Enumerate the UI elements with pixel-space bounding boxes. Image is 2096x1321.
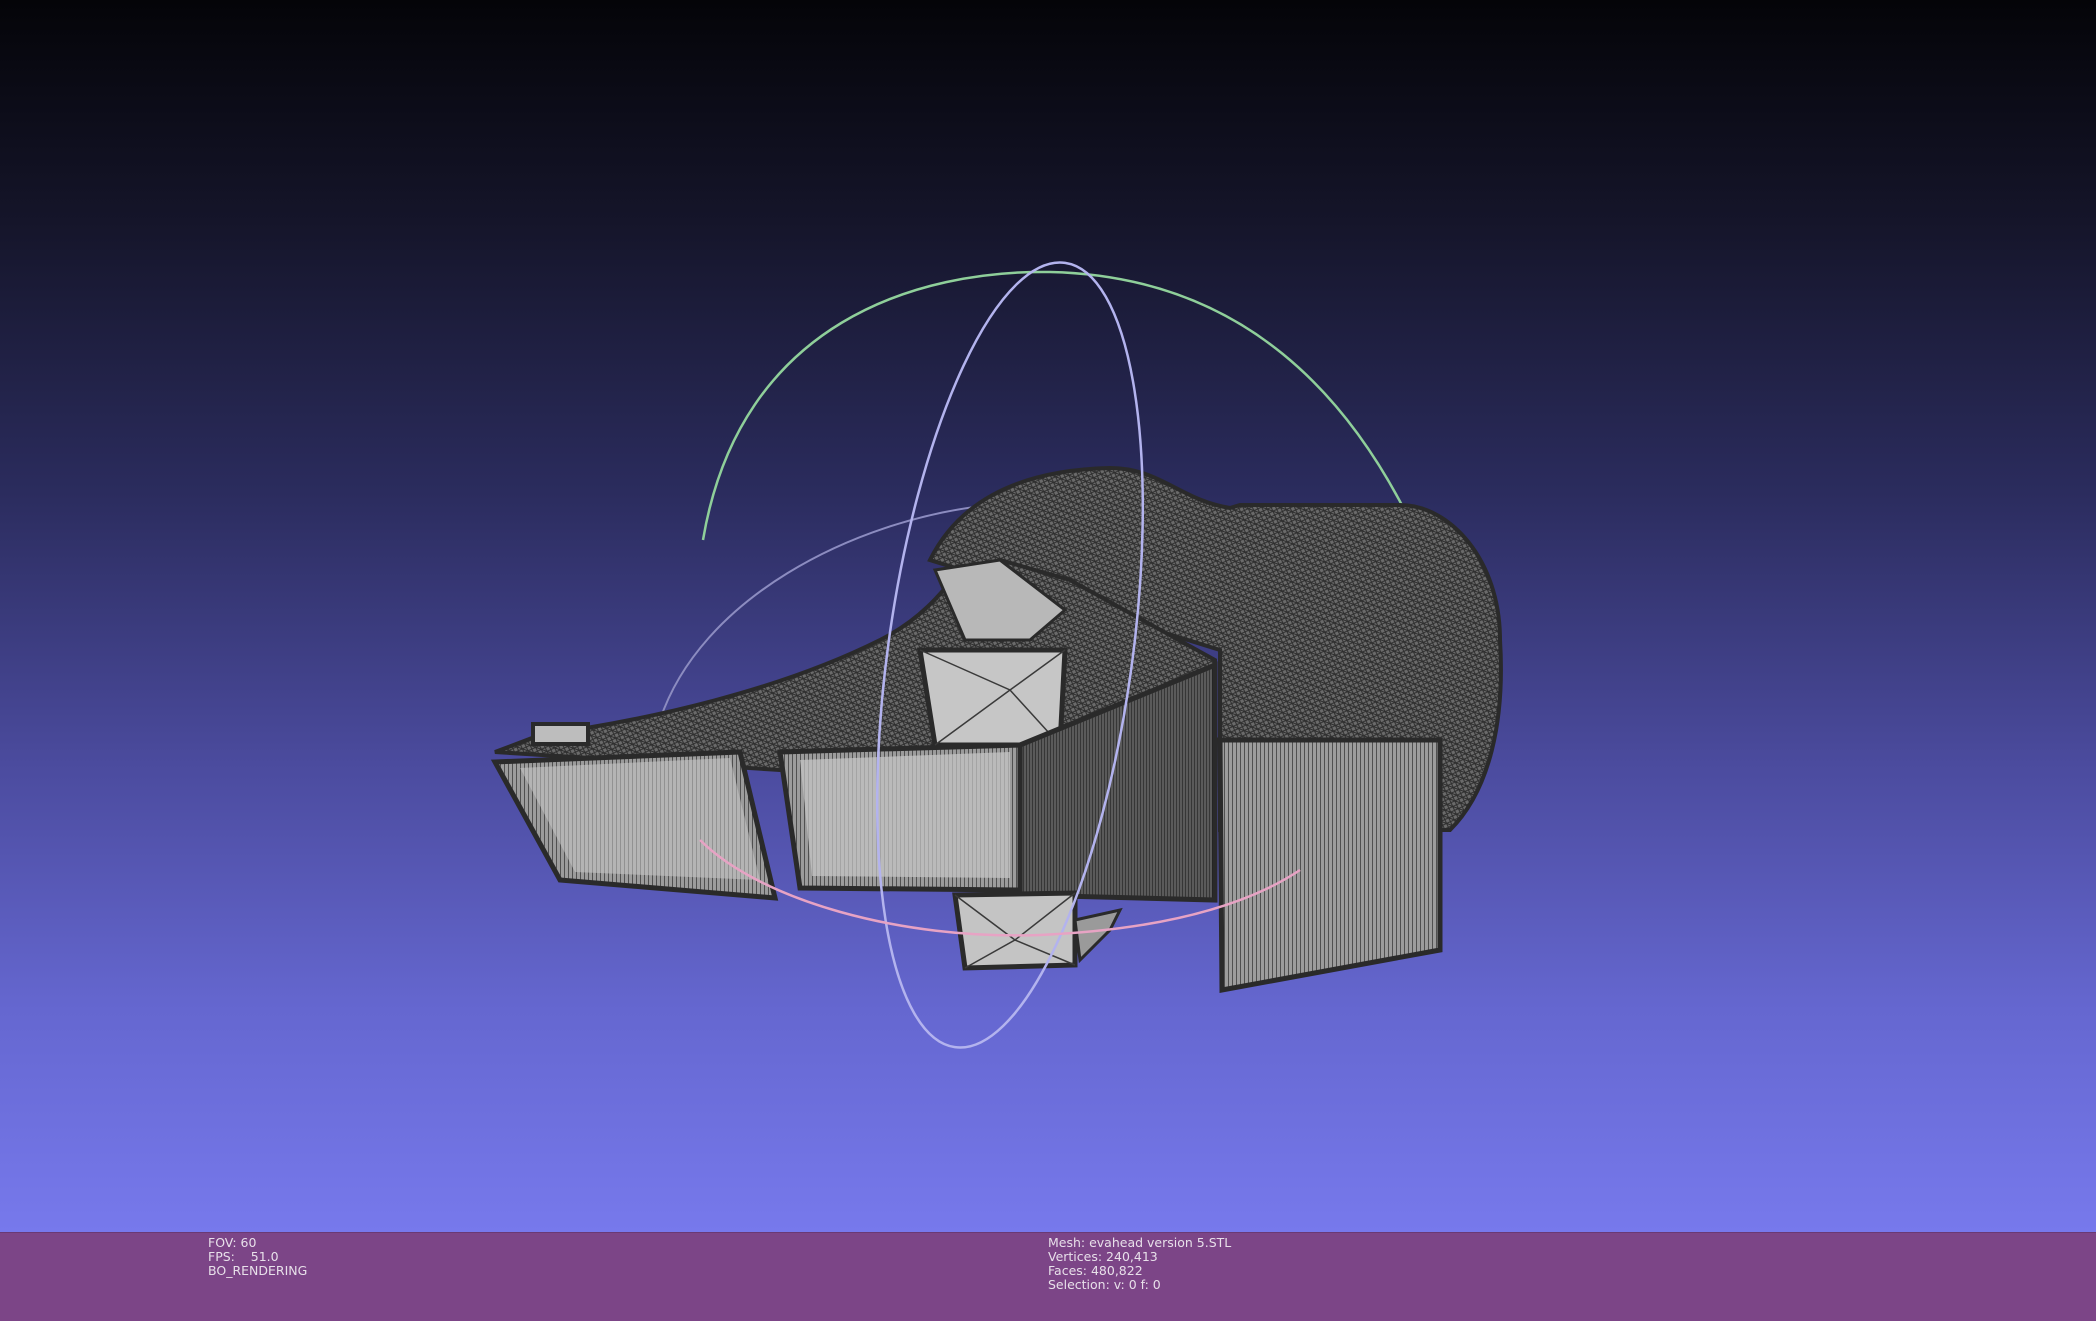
mesh-info: Mesh: evahead version 5.STL Vertices: 24… [1048,1236,1231,1292]
mesh-name-label: Mesh: evahead version 5.STL [1048,1235,1232,1250]
fov-label: FOV: 60 [208,1235,257,1250]
render-mode-label: BO_RENDERING [208,1263,308,1278]
faces-label: Faces: 480,822 [1048,1263,1143,1278]
mesh-bottom-fin [1073,907,1123,964]
mesh-model[interactable] [490,465,1503,993]
vertices-label: Vertices: 240,413 [1048,1249,1158,1264]
render-info: FOV: 60 FPS: 51.0 BO_RENDERING [208,1236,307,1278]
mesh-knob [531,722,590,746]
fps-label: FPS: 51.0 [208,1249,279,1264]
status-bar: FOV: 60 FPS: 51.0 BO_RENDERING Mesh: eva… [0,1232,2096,1321]
selection-label: Selection: v: 0 f: 0 [1048,1277,1161,1292]
mesh-rear-base [1217,737,1443,993]
3d-viewport[interactable] [0,0,2096,1232]
mesh-center-pyramid [917,647,1068,748]
mesh-middle-face [800,752,1010,878]
mesh-scene[interactable] [0,0,2096,1232]
